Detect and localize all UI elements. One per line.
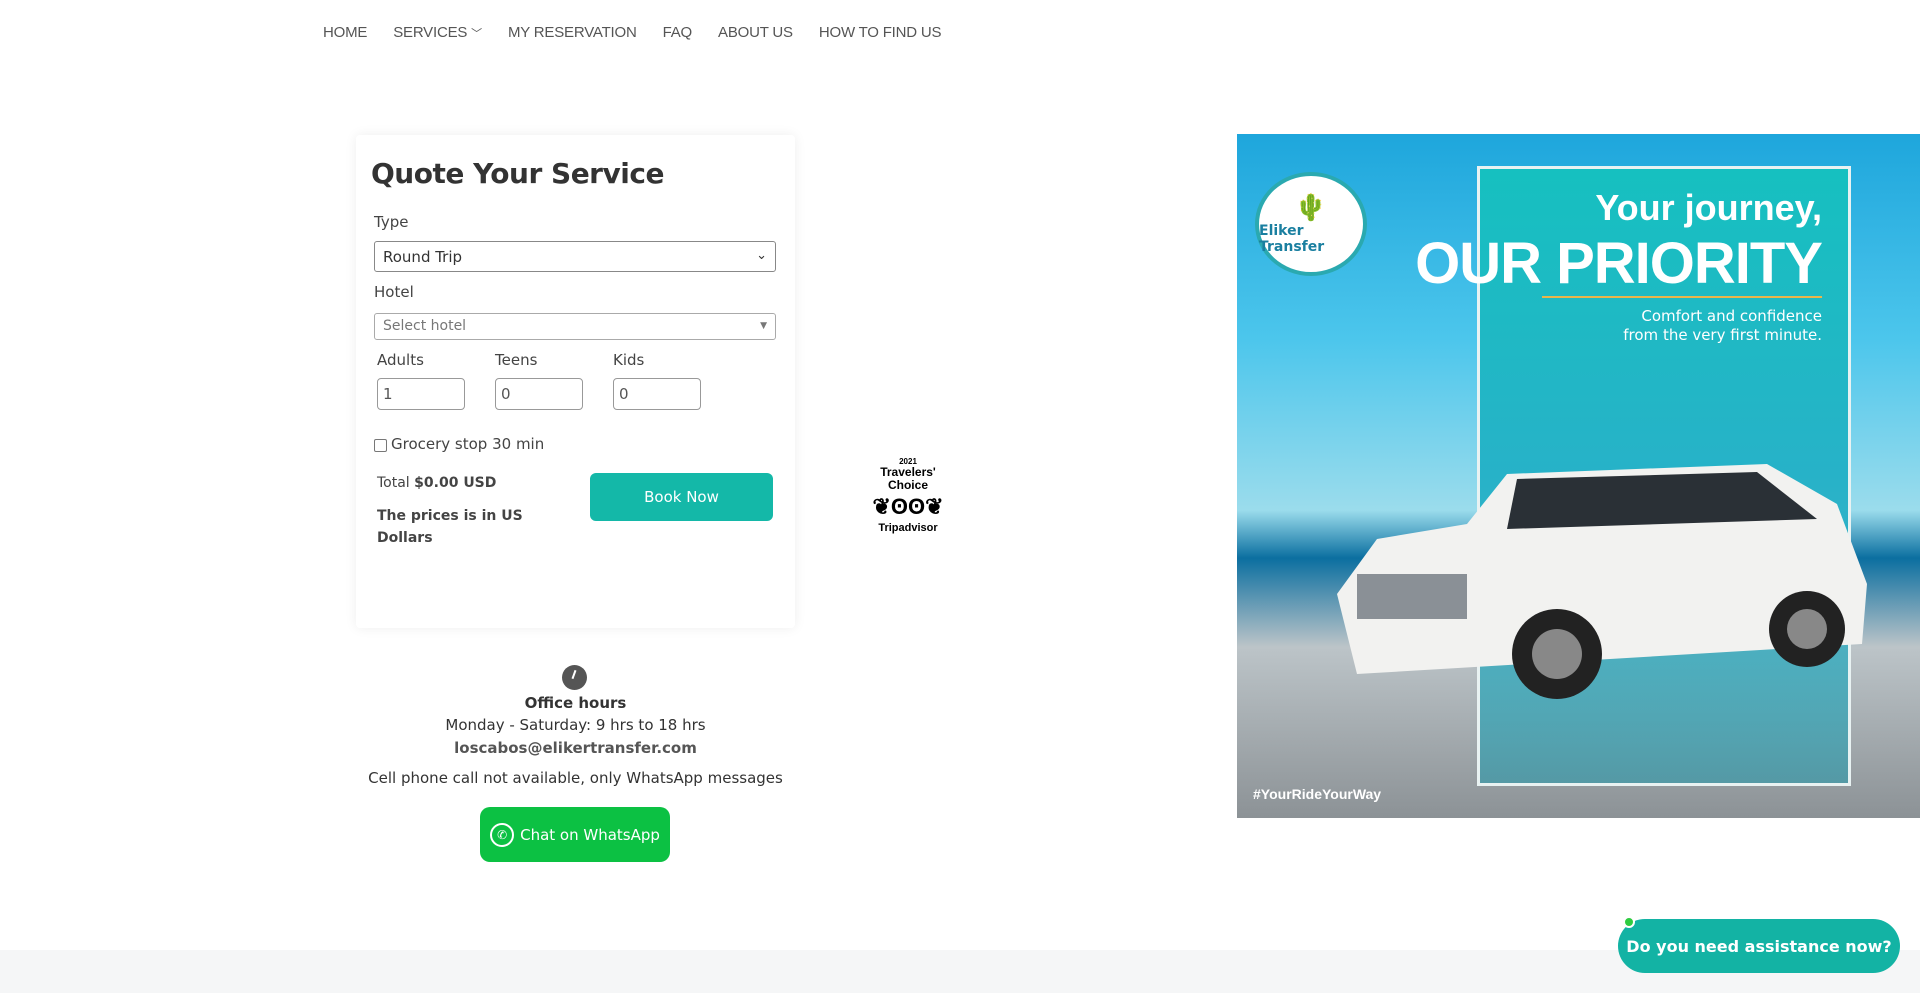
- tripadvisor-badge[interactable]: 2021 Travelers' Choice ❦ʘʘ❦ Tripadvisor: [870, 457, 946, 534]
- badge-line2: Choice: [887, 478, 928, 492]
- hero-hashtag: #YourRideYourWay: [1253, 786, 1382, 802]
- adults-label: Adults: [377, 351, 424, 369]
- office-email[interactable]: loscabos@elikertransfer.com: [356, 739, 795, 757]
- clock-icon: [562, 665, 587, 690]
- nav-my-reservation[interactable]: MY RESERVATION: [508, 24, 637, 41]
- type-label: Type: [374, 213, 409, 231]
- nav-faq[interactable]: FAQ: [663, 24, 693, 41]
- whatsapp-icon: ✆: [490, 822, 515, 847]
- nav-how-to-find-us[interactable]: HOW TO FIND US: [819, 24, 942, 41]
- chevron-down-icon: ⌄: [756, 248, 767, 263]
- hotel-label: Hotel: [374, 283, 414, 301]
- type-select[interactable]: Round Trip ⌄: [374, 241, 776, 272]
- hero-subtitle: Comfort and confidence from the very firs…: [1623, 307, 1822, 345]
- total-label: Total: [377, 475, 410, 491]
- hero-divider: [1542, 296, 1822, 298]
- main-nav: HOME SERVICES ﹀ MY RESERVATION FAQ ABOUT…: [323, 24, 942, 41]
- online-status-dot: [1623, 916, 1635, 928]
- total-value: $0.00 USD: [414, 475, 497, 491]
- caret-down-icon: ▼: [760, 321, 767, 331]
- hotel-placeholder: Select hotel: [383, 318, 467, 334]
- type-value: Round Trip: [383, 248, 463, 266]
- hero-line3: Comfort and confidence: [1641, 307, 1822, 325]
- nav-services[interactable]: SERVICES ﹀: [393, 24, 482, 41]
- grocery-label: Grocery stop 30 min: [391, 435, 545, 453]
- hero-line4: from the very first minute.: [1623, 326, 1822, 344]
- logo-text: Eliker Transfer: [1259, 223, 1325, 255]
- kids-label: Kids: [613, 351, 645, 369]
- grocery-checkbox[interactable]: [374, 439, 387, 452]
- assistance-chat-button[interactable]: Do you need assistance now?: [1618, 919, 1900, 973]
- whatsapp-button[interactable]: ✆ Chat on WhatsApp: [480, 807, 670, 862]
- brand-logo: 🌵 Eliker Transfer: [1255, 172, 1367, 276]
- teens-label: Teens: [495, 351, 538, 369]
- kids-input[interactable]: 0: [613, 378, 701, 410]
- suv-image: [1337, 464, 1867, 699]
- book-now-button[interactable]: Book Now: [590, 473, 773, 521]
- whatsapp-label: Chat on WhatsApp: [520, 825, 660, 844]
- phone-note: Cell phone call not available, only What…: [368, 769, 783, 787]
- hotel-select[interactable]: Select hotel ▼: [374, 313, 776, 340]
- office-hours-title: Office hours: [524, 694, 627, 712]
- nav-about-us[interactable]: ABOUT US: [718, 24, 793, 41]
- adults-input[interactable]: 1: [377, 378, 465, 410]
- currency-note: The prices is in US Dollars: [377, 508, 523, 546]
- chevron-down-icon: ﹀: [471, 28, 482, 40]
- hero-line2: OUR PRIORITY: [1415, 231, 1823, 296]
- hero-banner: 🌵 Eliker Transfer Your journey, OUR PRIOR…: [1237, 134, 1920, 818]
- quote-title: Quote Your Service: [371, 157, 664, 190]
- quote-form: Quote Your Service Type Round Trip ⌄ Hote…: [356, 135, 795, 628]
- nav-home[interactable]: HOME: [323, 24, 367, 41]
- badge-brand: Tripadvisor: [878, 522, 938, 534]
- tripadvisor-owl-icon: ❦ʘʘ❦: [872, 494, 944, 519]
- nav-services-label: SERVICES: [393, 24, 468, 41]
- total: Total $0.00 USD: [377, 475, 496, 491]
- office-hours: Monday - Saturday: 9 hrs to 18 hrs: [445, 716, 706, 734]
- teens-input[interactable]: 0: [495, 378, 583, 410]
- hero-line1: Your journey,: [1595, 187, 1822, 228]
